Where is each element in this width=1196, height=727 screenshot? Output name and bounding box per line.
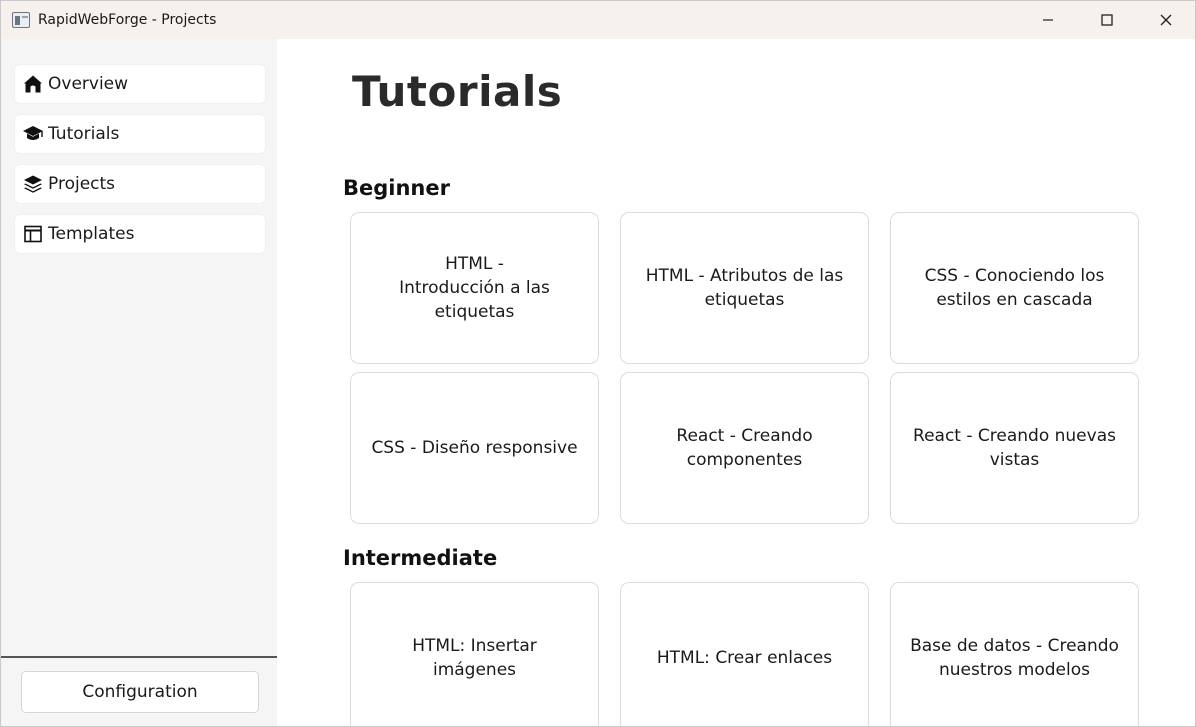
- minimize-icon: [1042, 19, 1053, 21]
- sidebar-item-label: Templates: [48, 224, 135, 244]
- tutorial-card-label: React - Creando nuevas vistas: [913, 426, 1116, 470]
- close-button[interactable]: [1136, 1, 1195, 39]
- main-content: Tutorials Beginner HTML - Introducción a…: [277, 39, 1195, 726]
- tutorial-card[interactable]: React - Creando componentes: [620, 372, 869, 524]
- maximize-icon: [1100, 14, 1113, 26]
- minimize-button[interactable]: [1018, 1, 1077, 39]
- window-title: RapidWebForge - Projects: [38, 12, 217, 28]
- sidebar-divider: [1, 656, 277, 658]
- tutorial-card-label: HTML: Insertar imágenes: [412, 636, 537, 680]
- graduation-cap-icon: [22, 123, 44, 145]
- tutorial-card-label: CSS - Conociendo los estilos en cascada: [924, 266, 1105, 310]
- tutorial-card[interactable]: Base de datos - Creando nuestros modelos: [890, 582, 1139, 726]
- section-title-intermediate: Intermediate: [343, 546, 498, 570]
- sidebar-item-tutorials[interactable]: Tutorials: [15, 115, 265, 153]
- tutorial-card[interactable]: HTML: Insertar imágenes: [350, 582, 599, 726]
- sidebar-item-overview[interactable]: Overview: [15, 65, 265, 103]
- layout-template-icon: [22, 223, 44, 245]
- page-title: Tutorials: [352, 67, 563, 116]
- sidebar-item-label: Projects: [48, 174, 116, 194]
- tutorial-card-label: Base de datos - Creando nuestros modelos: [910, 636, 1119, 680]
- tutorial-card-label: HTML - Atributos de las etiquetas: [645, 266, 844, 310]
- app-window: RapidWebForge - Projects Overview Tutori…: [0, 0, 1196, 727]
- section-title-beginner: Beginner: [343, 176, 450, 200]
- tutorial-card[interactable]: CSS - Diseño responsive: [350, 372, 599, 524]
- configuration-button[interactable]: Configuration: [21, 671, 259, 713]
- tutorial-card-label: React - Creando componentes: [676, 426, 813, 470]
- app-icon: [12, 12, 30, 28]
- sidebar-item-projects[interactable]: Projects: [15, 165, 265, 203]
- tutorial-card-label: HTML: Crear enlaces: [656, 648, 833, 668]
- tutorial-card[interactable]: React - Creando nuevas vistas: [890, 372, 1139, 524]
- close-icon: [1160, 14, 1171, 26]
- sidebar-item-label: Overview: [48, 74, 129, 94]
- tutorial-card[interactable]: CSS - Conociendo los estilos en cascada: [890, 212, 1139, 364]
- sidebar-item-label: Tutorials: [48, 124, 120, 144]
- maximize-button[interactable]: [1077, 1, 1136, 39]
- tutorial-card[interactable]: HTML - Atributos de las etiquetas: [620, 212, 869, 364]
- tutorial-card[interactable]: HTML - Introducción a las etiquetas: [350, 212, 599, 364]
- sidebar-item-templates[interactable]: Templates: [15, 215, 265, 253]
- tutorial-card[interactable]: HTML: Crear enlaces: [620, 582, 869, 726]
- tutorial-card-label: CSS - Diseño responsive: [371, 438, 578, 458]
- sidebar: Overview Tutorials Projects Templates Co…: [1, 39, 277, 726]
- layers-icon: [22, 173, 44, 195]
- title-bar: RapidWebForge - Projects: [1, 1, 1195, 39]
- tutorial-card-label: HTML - Introducción a las etiquetas: [399, 254, 550, 322]
- window-controls: [1018, 1, 1195, 39]
- home-icon: [22, 73, 44, 95]
